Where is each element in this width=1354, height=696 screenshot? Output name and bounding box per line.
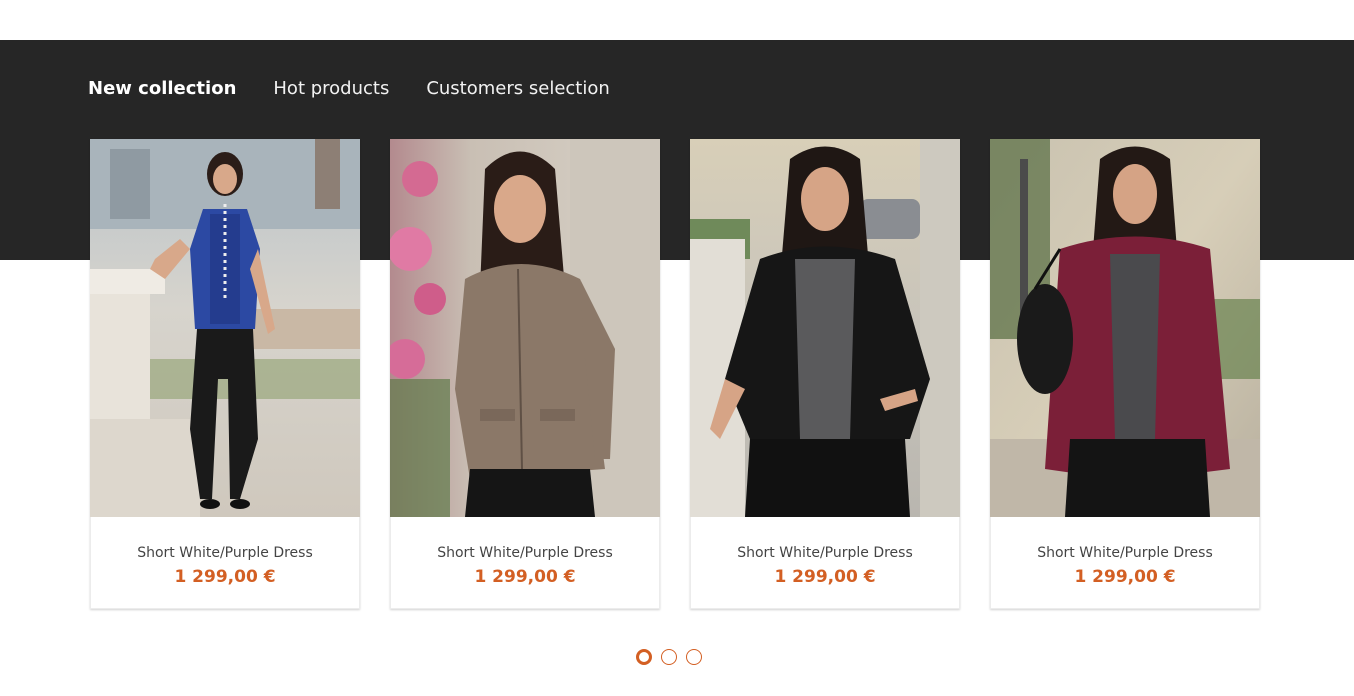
product-image[interactable] [90,139,360,517]
product-info: Short White/Purple Dress 1 299,00 € [991,517,1259,588]
tab-hot-products[interactable]: Hot products [273,78,389,99]
product-image[interactable] [690,139,960,517]
tab-customers-selection[interactable]: Customers selection [426,78,609,99]
product-title[interactable]: Short White/Purple Dress [691,544,959,562]
product-price: 1 299,00 € [1074,567,1176,587]
pagination-dot-1[interactable] [636,649,652,665]
product-title[interactable]: Short White/Purple Dress [91,544,359,562]
product-carousel-section: New collection Hot products Customers se… [0,0,1354,696]
product-price: 1 299,00 € [174,567,276,587]
product-image[interactable] [390,139,660,517]
product-info: Short White/Purple Dress 1 299,00 € [691,517,959,588]
product-card[interactable]: Short White/Purple Dress 1 299,00 € [690,139,960,609]
product-title[interactable]: Short White/Purple Dress [991,544,1259,562]
product-price: 1 299,00 € [474,567,576,587]
pagination-dot-2[interactable] [661,649,677,665]
collection-tabs: New collection Hot products Customers se… [88,78,610,99]
product-card[interactable]: Short White/Purple Dress 1 299,00 € [990,139,1260,609]
product-info: Short White/Purple Dress 1 299,00 € [391,517,659,588]
product-title[interactable]: Short White/Purple Dress [391,544,659,562]
tab-new-collection[interactable]: New collection [88,78,236,99]
carousel-pagination [636,649,702,665]
product-price: 1 299,00 € [774,567,876,587]
product-info: Short White/Purple Dress 1 299,00 € [91,517,359,588]
product-card[interactable]: Short White/Purple Dress 1 299,00 € [90,139,360,609]
product-list: Short White/Purple Dress 1 299,00 € Shor… [90,139,1260,609]
product-card[interactable]: Short White/Purple Dress 1 299,00 € [390,139,660,609]
pagination-dot-3[interactable] [686,649,702,665]
product-image[interactable] [990,139,1260,517]
